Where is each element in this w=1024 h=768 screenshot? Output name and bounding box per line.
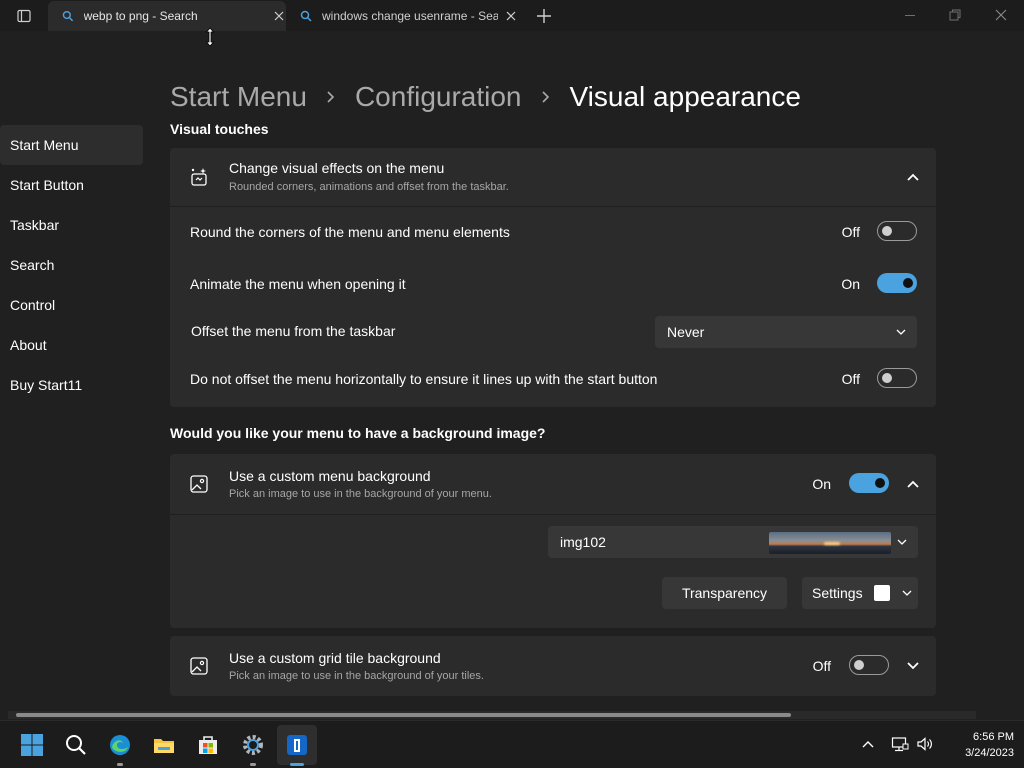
- tab-title: webp to png - Search: [83, 9, 198, 23]
- card-title: Use a custom menu background: [229, 468, 431, 484]
- search-icon[interactable]: [64, 733, 88, 757]
- card-subtitle: Pick an image to use in the background o…: [229, 670, 484, 682]
- card-subtitle: Rounded corners, animations and offset f…: [229, 181, 509, 193]
- card-subtitle: Pick an image to use in the background o…: [229, 488, 492, 500]
- sidebar-item-buy-start11[interactable]: Buy Start11: [0, 365, 143, 405]
- running-indicator: [117, 763, 123, 766]
- chevron-right-icon: [541, 90, 551, 104]
- breadcrumb: Start Menu Configuration Visual appearan…: [170, 78, 801, 116]
- close-window-icon[interactable]: [994, 8, 1008, 22]
- file-explorer-icon[interactable]: [152, 733, 176, 757]
- tab-actions-icon[interactable]: [10, 6, 38, 26]
- sidebar-item-control[interactable]: Control: [0, 285, 143, 325]
- chevron-down-icon[interactable]: [899, 585, 915, 601]
- resize-cursor-icon: [205, 27, 215, 47]
- network-icon[interactable]: [891, 735, 909, 753]
- horizontal-offset-toggle[interactable]: [877, 368, 917, 388]
- section-title-visual-touches: Visual touches: [170, 121, 269, 137]
- grid-background-header[interactable]: Use a custom grid tile background Pick a…: [170, 636, 936, 694]
- search-icon: [300, 10, 312, 22]
- sidebar: Start Menu Start Button Taskbar Search C…: [0, 125, 143, 405]
- menu-background-card: Use a custom menu background Pick an ima…: [170, 454, 936, 628]
- microsoft-store-icon[interactable]: [196, 733, 220, 757]
- windows-start-icon[interactable]: [20, 733, 44, 757]
- chevron-up-icon[interactable]: [905, 169, 921, 185]
- settings-label: Settings: [812, 585, 863, 601]
- menu-background-state: On: [812, 476, 831, 492]
- transparency-button[interactable]: Transparency: [662, 577, 787, 609]
- menu-background-header[interactable]: Use a custom menu background Pick an ima…: [170, 454, 936, 512]
- sparkle-icon: [191, 168, 207, 186]
- tab-title: windows change usenrame - Search: [322, 9, 498, 23]
- divider: [170, 514, 936, 515]
- dropdown-value: Never: [667, 324, 705, 340]
- clock-date: 3/24/2023: [965, 747, 1014, 759]
- chevron-down-icon[interactable]: [905, 658, 921, 674]
- browser-tab-webp[interactable]: webp to png - Search: [48, 1, 286, 31]
- breadcrumb-visual-appearance: Visual appearance: [569, 81, 801, 112]
- round-corners-toggle[interactable]: [877, 221, 917, 241]
- chevron-up-icon[interactable]: [861, 737, 875, 751]
- animate-menu-toggle[interactable]: [877, 273, 917, 293]
- horizontal-offset-label: Do not offset the menu horizontally to e…: [190, 371, 658, 387]
- restore-icon[interactable]: [948, 8, 962, 22]
- sidebar-item-start-menu[interactable]: Start Menu: [0, 125, 143, 165]
- visual-effects-header[interactable]: Change visual effects on the menu Rounde…: [170, 148, 936, 206]
- horizontal-offset-state: Off: [841, 371, 860, 387]
- chevron-down-icon: [897, 539, 907, 545]
- chevron-down-icon: [896, 329, 906, 335]
- start11-app-icon[interactable]: [285, 733, 309, 757]
- animate-menu-label: Animate the menu when opening it: [190, 276, 406, 292]
- volume-icon[interactable]: [916, 735, 934, 753]
- active-indicator: [290, 763, 304, 766]
- visual-effects-card: Change visual effects on the menu Rounde…: [170, 148, 936, 407]
- card-title: Change visual effects on the menu: [229, 160, 445, 176]
- card-title: Use a custom grid tile background: [229, 650, 441, 666]
- image-icon: [190, 657, 208, 675]
- scrollbar-thumb[interactable]: [16, 713, 791, 717]
- menu-background-toggle[interactable]: [849, 473, 889, 493]
- grid-background-card: Use a custom grid tile background Pick a…: [170, 636, 936, 696]
- chevron-right-icon: [326, 90, 336, 104]
- chevron-up-icon[interactable]: [905, 476, 921, 492]
- sidebar-item-start-button[interactable]: Start Button: [0, 165, 143, 205]
- image-icon: [190, 475, 208, 493]
- clock-time: 6:56 PM: [973, 731, 1014, 743]
- settings-gear-icon[interactable]: [241, 733, 265, 757]
- breadcrumb-start-menu[interactable]: Start Menu: [170, 81, 307, 113]
- edge-browser-icon[interactable]: [108, 733, 132, 757]
- sidebar-item-about[interactable]: About: [0, 325, 143, 365]
- section-title-background: Would you like your menu to have a backg…: [170, 425, 546, 441]
- close-tab-icon[interactable]: [273, 9, 286, 23]
- close-tab-icon[interactable]: [504, 9, 518, 23]
- running-indicator: [250, 763, 256, 766]
- sidebar-item-taskbar[interactable]: Taskbar: [0, 205, 143, 245]
- grid-background-toggle[interactable]: [849, 655, 889, 675]
- offset-menu-label: Offset the menu from the taskbar: [191, 323, 396, 339]
- horizontal-scrollbar[interactable]: [8, 711, 976, 719]
- search-icon: [62, 10, 74, 22]
- browser-tab-strip: webp to png - Search windows change usen…: [0, 0, 1024, 31]
- new-tab-icon[interactable]: [534, 6, 554, 26]
- sidebar-item-search[interactable]: Search: [0, 245, 143, 285]
- round-corners-state: Off: [841, 224, 860, 240]
- animate-menu-state: On: [841, 276, 860, 292]
- grid-background-state: Off: [812, 658, 831, 674]
- background-thumbnail: [769, 532, 891, 554]
- minimize-icon[interactable]: [903, 8, 917, 22]
- system-clock[interactable]: 6:56 PM 3/24/2023: [944, 729, 1014, 761]
- divider: [170, 206, 936, 207]
- color-swatch: [874, 585, 890, 601]
- taskbar: 6:56 PM 3/24/2023: [0, 720, 1024, 768]
- browser-tab-windows[interactable]: windows change usenrame - Search: [286, 1, 524, 31]
- round-corners-label: Round the corners of the menu and menu e…: [190, 224, 510, 240]
- breadcrumb-configuration[interactable]: Configuration: [355, 81, 522, 113]
- offset-menu-dropdown[interactable]: Never: [655, 316, 917, 348]
